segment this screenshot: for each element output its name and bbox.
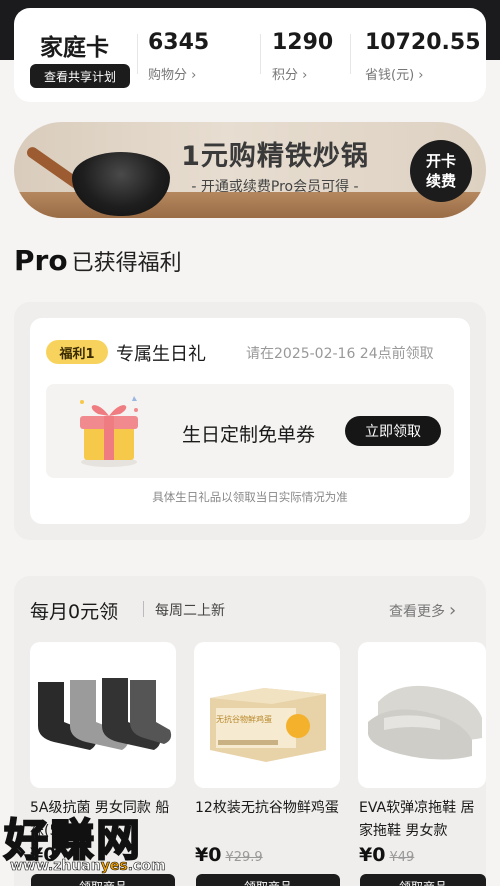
product-image-eggs[interactable]: 无抗谷物鲜鸡蛋 xyxy=(194,642,340,788)
savings-value: 10720.55 xyxy=(365,30,481,55)
section-title-pro-benefits: Pro 已获得福利 xyxy=(14,244,182,278)
product-image-socks[interactable] xyxy=(30,642,176,788)
points-link[interactable]: 积分 › xyxy=(272,64,307,83)
banner-title: 1元购精铁炒锅 xyxy=(181,141,369,172)
see-more-link[interactable]: 查看更多 › xyxy=(389,600,456,621)
chevron-right-icon: › xyxy=(449,600,457,621)
page-title: 家庭卡 xyxy=(40,35,109,61)
open-renew-button[interactable]: 开卡 续费 xyxy=(410,140,472,202)
benefit-deadline: 请在2025-02-16 24点前领取 xyxy=(246,346,434,362)
socks-icon xyxy=(38,678,172,750)
monthly-subtitle: 每周二上新 xyxy=(155,603,225,619)
product-price-eggs: ¥0 ¥29.9 xyxy=(195,844,263,866)
benefit-tag: 福利1 xyxy=(46,340,108,364)
slippers-icon xyxy=(368,685,482,760)
badge-line-1: 开卡 xyxy=(425,152,456,170)
product-image-slippers[interactable] xyxy=(358,642,486,788)
divider xyxy=(260,34,261,74)
shopping-score-value: 6345 xyxy=(148,30,210,55)
claim-now-button[interactable]: 立即领取 xyxy=(345,416,441,446)
benefit-note: 具体生日礼品以领取当日实际情况为准 xyxy=(152,490,348,504)
egg-box-label: 无抗谷物鲜鸡蛋 xyxy=(216,715,272,724)
claim-product-button[interactable]: 领取商品 xyxy=(31,874,175,886)
coupon-name: 生日定制免单券 xyxy=(182,424,316,446)
pro-title-rest: 已获得福利 xyxy=(71,251,182,276)
benefit-name: 专属生日礼 xyxy=(116,344,206,365)
product-name-slippers: EVA软弹凉拖鞋 居家拖鞋 男女款 xyxy=(359,800,475,839)
product-price-slippers: ¥0 ¥49 xyxy=(359,844,415,866)
divider xyxy=(137,34,138,74)
chevron-right-icon: › xyxy=(418,68,424,83)
pro-word: Pro xyxy=(14,244,68,277)
divider xyxy=(350,34,351,74)
chevron-right-icon: › xyxy=(302,68,308,83)
view-share-plan-button[interactable]: 查看共享计划 xyxy=(30,64,130,88)
points-value: 1290 xyxy=(272,30,334,55)
shopping-score-link[interactable]: 购物分 › xyxy=(148,64,196,83)
badge-line-2: 续费 xyxy=(425,172,456,190)
banner-subtitle: - 开通或续费Pro会员可得 - xyxy=(191,179,359,195)
claim-product-button[interactable]: 领取商品 xyxy=(196,874,340,886)
gift-box-icon xyxy=(80,396,138,467)
watermark-url: www.zhuanyes.com xyxy=(10,858,166,875)
savings-link[interactable]: 省钱(元) › xyxy=(365,64,424,83)
divider xyxy=(143,601,144,617)
claim-product-button[interactable]: 领取商品 xyxy=(360,874,486,886)
product-name-eggs: 12枚装无抗谷物鲜鸡蛋 xyxy=(195,800,339,816)
monthly-title: 每月0元领 xyxy=(30,601,119,623)
chevron-right-icon: › xyxy=(191,68,197,83)
